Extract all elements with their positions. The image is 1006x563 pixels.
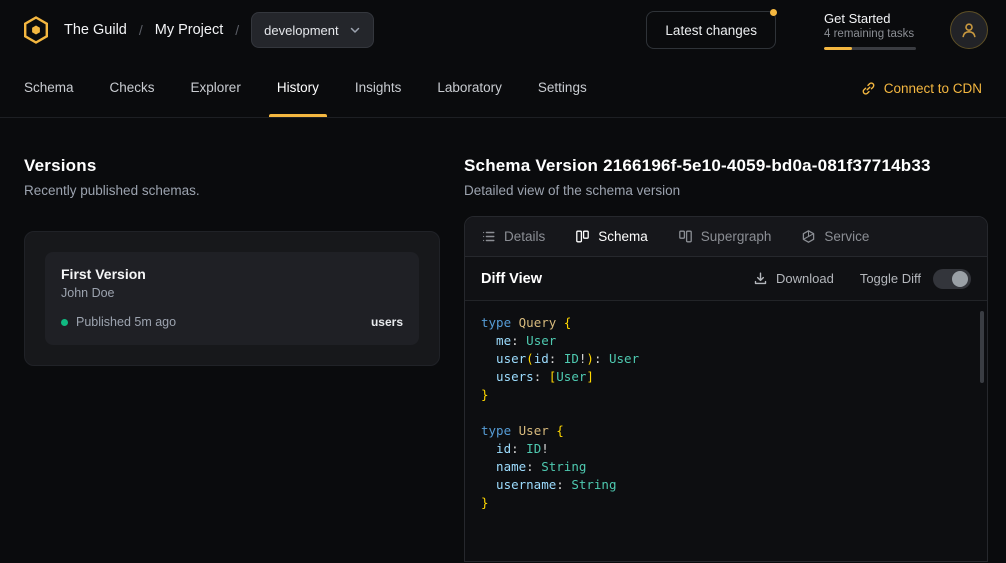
primary-nav: Schema Checks Explorer History Insights … bbox=[0, 60, 1006, 118]
user-icon bbox=[960, 21, 978, 39]
service-icon bbox=[801, 229, 816, 244]
versions-subtitle: Recently published schemas. bbox=[24, 183, 440, 198]
latest-changes-button[interactable]: Latest changes bbox=[646, 11, 776, 49]
version-detail-panel: Details Schema bbox=[464, 216, 988, 562]
breadcrumb: The Guild / My Project / development bbox=[20, 12, 374, 48]
latest-changes-label: Latest changes bbox=[665, 23, 757, 38]
supergraph-icon bbox=[678, 229, 693, 244]
versions-title: Versions bbox=[24, 156, 440, 176]
toggle-diff-label: Toggle Diff bbox=[860, 271, 921, 286]
toggle-diff-switch[interactable] bbox=[933, 269, 971, 289]
connect-to-cdn-button[interactable]: Connect to CDN bbox=[861, 60, 982, 117]
tab-checks[interactable]: Checks bbox=[110, 60, 155, 117]
get-started-widget[interactable]: Get Started 4 remaining tasks bbox=[824, 11, 920, 50]
published-status-dot bbox=[61, 319, 68, 326]
version-status: Published 5m ago bbox=[76, 315, 176, 329]
tab-settings[interactable]: Settings bbox=[538, 60, 587, 117]
get-started-subtitle: 4 remaining tasks bbox=[824, 28, 920, 40]
detail-tab-details[interactable]: Details bbox=[481, 229, 545, 244]
detail-tab-service[interactable]: Service bbox=[801, 229, 869, 244]
diff-view-header: Diff View Download Toggle Diff bbox=[465, 257, 987, 301]
org-link[interactable]: The Guild bbox=[64, 22, 127, 38]
user-avatar[interactable] bbox=[950, 11, 988, 49]
download-icon bbox=[753, 271, 768, 286]
detail-tab-supergraph[interactable]: Supergraph bbox=[678, 229, 772, 244]
versions-column: Versions Recently published schemas. Fir… bbox=[24, 156, 440, 562]
toggle-knob bbox=[952, 271, 968, 287]
tab-explorer[interactable]: Explorer bbox=[191, 60, 241, 117]
version-name: First Version bbox=[61, 266, 403, 282]
version-detail-title: Schema Version 2166196f-5e10-4059-bd0a-0… bbox=[464, 156, 988, 176]
code-block: type Query { me: User user(id: ID!): Use… bbox=[481, 314, 971, 512]
version-service-badge: users bbox=[371, 315, 403, 329]
project-link[interactable]: My Project bbox=[155, 22, 224, 38]
version-detail-subtitle: Detailed view of the schema version bbox=[464, 183, 988, 198]
tab-laboratory[interactable]: Laboratory bbox=[437, 60, 502, 117]
list-icon bbox=[481, 229, 496, 244]
tab-insights[interactable]: Insights bbox=[355, 60, 402, 117]
tab-schema[interactable]: Schema bbox=[24, 60, 74, 117]
target-selector-value: development bbox=[264, 23, 338, 38]
tab-history[interactable]: History bbox=[277, 60, 319, 117]
version-author: John Doe bbox=[61, 286, 403, 300]
version-detail-column: Schema Version 2166196f-5e10-4059-bd0a-0… bbox=[464, 156, 988, 562]
code-scrollbar-thumb[interactable] bbox=[980, 311, 984, 383]
connect-to-cdn-label: Connect to CDN bbox=[884, 81, 982, 96]
hive-logo-icon[interactable] bbox=[20, 14, 52, 46]
diff-view-title: Diff View bbox=[481, 271, 542, 287]
get-started-progress-track bbox=[824, 47, 916, 50]
top-header: The Guild / My Project / development Lat… bbox=[0, 0, 1006, 60]
target-selector[interactable]: development bbox=[251, 12, 373, 48]
detail-tab-schema[interactable]: Schema bbox=[575, 229, 648, 244]
link-icon bbox=[861, 81, 876, 96]
versions-card: First Version John Doe Published 5m ago … bbox=[24, 231, 440, 366]
schema-code-viewer[interactable]: type Query { me: User user(id: ID!): Use… bbox=[465, 301, 987, 561]
chevron-down-icon bbox=[349, 24, 361, 36]
version-list-item[interactable]: First Version John Doe Published 5m ago … bbox=[45, 252, 419, 345]
schema-icon bbox=[575, 229, 590, 244]
notification-dot bbox=[770, 9, 777, 16]
breadcrumb-separator: / bbox=[139, 22, 143, 38]
download-label: Download bbox=[776, 271, 834, 286]
get-started-progress-fill bbox=[824, 47, 852, 50]
main-content: Versions Recently published schemas. Fir… bbox=[0, 118, 1006, 562]
breadcrumb-separator: / bbox=[235, 22, 239, 38]
detail-tabs: Details Schema bbox=[465, 217, 987, 257]
get-started-title: Get Started bbox=[824, 11, 920, 26]
download-button[interactable]: Download bbox=[753, 271, 834, 286]
